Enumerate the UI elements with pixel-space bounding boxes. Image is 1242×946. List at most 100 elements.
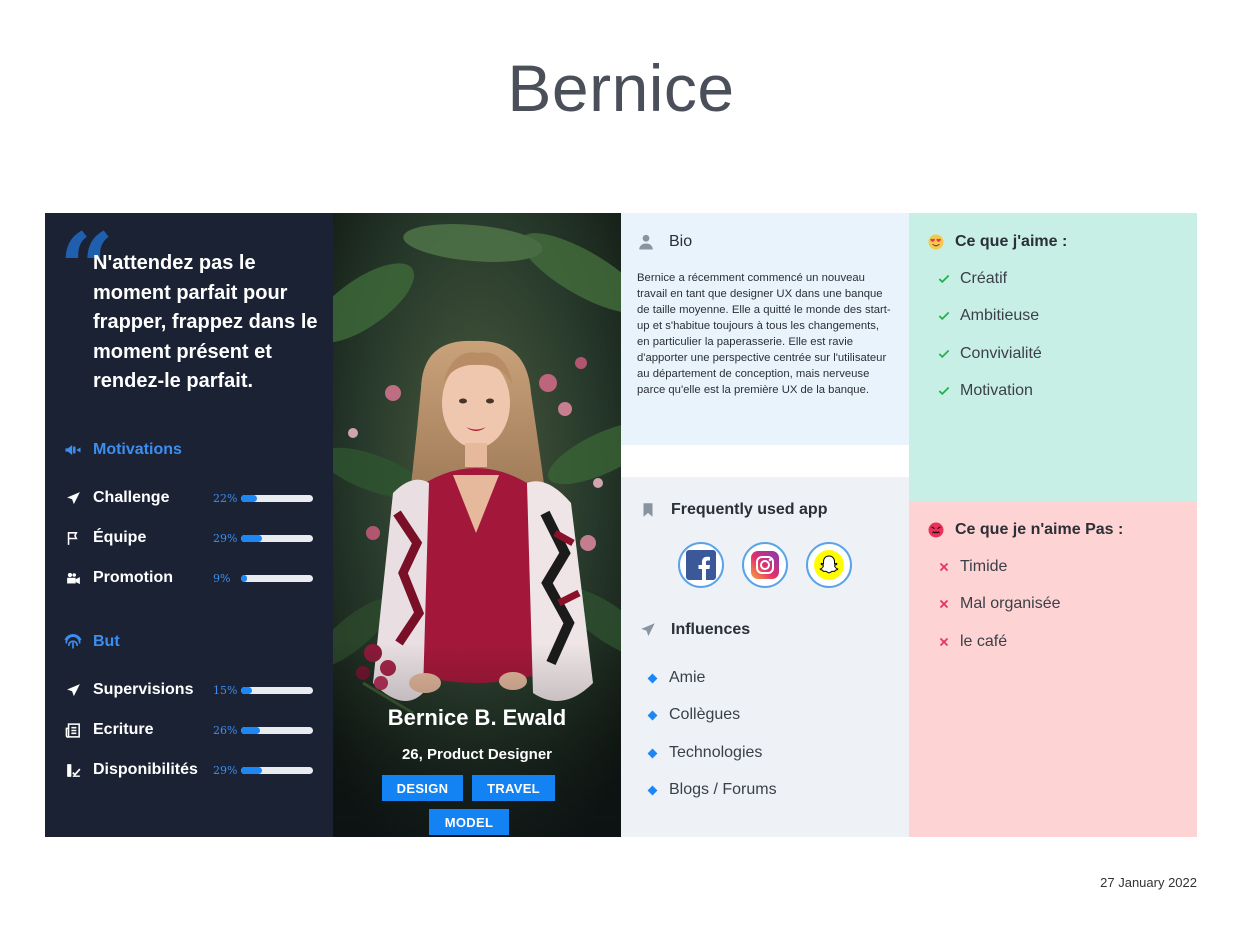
bio-section: Bio Bernice a récemment commencé un nouv… <box>621 213 909 445</box>
list-item: Créatif <box>937 270 1007 288</box>
bio-heading: Bio <box>637 233 891 251</box>
flag-icon <box>63 528 83 548</box>
check-icon <box>938 274 950 284</box>
quote-panel: “ N'attendez pas le moment parfait pour … <box>45 213 333 837</box>
apps-heading: Frequently used app <box>639 501 827 519</box>
check-icon <box>938 386 950 396</box>
progress-bar <box>241 726 313 734</box>
bullet-icon <box>647 710 658 720</box>
like-label: Convivialité <box>960 345 1042 362</box>
facebook-icon <box>686 550 716 580</box>
likes-dislikes-panel: Ce que j'aime : Créatif Ambitieuse Convi… <box>909 213 1197 837</box>
check-icon <box>938 311 950 321</box>
progress-fill <box>241 766 262 774</box>
progress-bar <box>241 686 313 694</box>
user-icon <box>639 234 653 250</box>
goal-label: Ecriture <box>93 721 154 738</box>
bullet-icon <box>647 673 658 683</box>
influences-heading: Influences <box>639 621 750 639</box>
info-panel: Bio Bernice a récemment commencé un nouv… <box>621 213 909 837</box>
profile-photo-panel: Bernice B. Ewald 26, Product Designer DE… <box>333 213 621 837</box>
dislike-label: le café <box>960 633 1008 650</box>
motivations-heading-label: Motivations <box>93 441 182 458</box>
list-item: Technologies <box>647 744 763 762</box>
instagram-icon <box>751 551 779 579</box>
snapchat-icon <box>814 550 844 580</box>
heart-eyes-emoji-icon <box>928 234 944 250</box>
bio-heading-label: Bio <box>669 233 693 250</box>
motivation-row: Promotion 9% <box>63 567 315 589</box>
persona-page: Bernice “ N'attendez pas le moment parfa… <box>0 0 1242 946</box>
progress-fill <box>241 534 262 542</box>
date-label: 27 January 2022 <box>1100 875 1197 890</box>
bullet-icon <box>647 748 658 758</box>
video-camera-icon <box>63 568 83 588</box>
tag-design[interactable]: DESIGN <box>382 775 463 801</box>
goal-row: Disponibilités 29% <box>63 759 315 781</box>
instagram-app-button[interactable] <box>742 542 788 588</box>
list-item: Motivation <box>937 382 1033 400</box>
goal-percent: 29% <box>213 763 238 777</box>
profile-name: Bernice B. Ewald <box>387 705 567 730</box>
list-item: Collègues <box>647 706 741 724</box>
dislike-label: Mal organisée <box>960 595 1061 612</box>
angry-emoji-icon <box>928 522 944 538</box>
like-label: Motivation <box>960 382 1033 399</box>
motivation-row: Challenge 22% <box>63 487 315 509</box>
check-icon <box>938 349 950 359</box>
goal-label: Disponibilités <box>93 761 198 778</box>
motivation-row: Équipe 29% <box>63 527 315 549</box>
like-label: Créatif <box>960 270 1008 287</box>
megaphone-icon <box>65 445 81 455</box>
profile-subtitle: 26, Product Designer <box>401 746 553 763</box>
bio-text: Bernice a récemment commencé un nouveau … <box>637 272 891 396</box>
page-title: Bernice <box>507 51 735 125</box>
list-item: Blogs / Forums <box>647 781 777 799</box>
goals-heading-label: But <box>93 633 120 650</box>
snapchat-app-button[interactable] <box>806 542 852 588</box>
goal-percent: 26% <box>213 723 238 737</box>
list-item: Convivialité <box>937 345 1042 363</box>
close-icon <box>939 599 949 609</box>
goals-heading: But <box>63 632 120 652</box>
close-icon <box>939 637 949 647</box>
progress-bar <box>241 574 313 582</box>
navigation-arrow-icon <box>63 488 83 508</box>
divider <box>621 445 909 477</box>
motivations-heading: Motivations <box>63 440 182 460</box>
motivation-label: Challenge <box>93 489 170 506</box>
progress-bar <box>241 766 313 774</box>
progress-fill <box>241 686 252 694</box>
bookmark-icon <box>643 503 653 517</box>
list-item: Amie <box>647 669 706 687</box>
influence-label: Collègues <box>669 706 741 723</box>
motivation-label: Équipe <box>93 529 147 546</box>
motivation-percent: 29% <box>213 531 238 545</box>
influence-label: Amie <box>669 669 706 686</box>
list-item: Mal organisée <box>937 595 1061 613</box>
dislikes-section: Ce que je n'aime Pas : <box>909 501 1197 837</box>
influences-heading-label: Influences <box>671 621 751 638</box>
goal-row: Ecriture 26% <box>63 719 315 741</box>
list-item: Ambitieuse <box>937 307 1039 325</box>
fingerprint-icon <box>64 633 82 649</box>
tag-model[interactable]: MODEL <box>429 809 509 835</box>
goal-row: Supervisions 15% <box>63 679 315 701</box>
like-label: Ambitieuse <box>960 307 1040 324</box>
dislikes-heading: Ce que je n'aime Pas : <box>927 521 1179 539</box>
motivation-percent: 22% <box>213 491 238 505</box>
influence-label: Blogs / Forums <box>669 781 777 798</box>
progress-bar <box>241 534 313 542</box>
list-item: Timide <box>937 558 1007 576</box>
facebook-app-button[interactable] <box>678 542 724 588</box>
influence-label: Technologies <box>669 744 763 761</box>
progress-fill <box>241 726 260 734</box>
navigation-arrow-icon <box>63 680 83 700</box>
bullet-icon <box>647 785 658 795</box>
goal-percent: 15% <box>213 683 238 697</box>
tag-travel[interactable]: TRAVEL <box>472 775 555 801</box>
likes-heading-label: Ce que j'aime : <box>955 233 1068 250</box>
list-item: le café <box>937 633 1007 651</box>
motivation-label: Promotion <box>93 569 173 586</box>
user-check-icon <box>63 760 83 780</box>
